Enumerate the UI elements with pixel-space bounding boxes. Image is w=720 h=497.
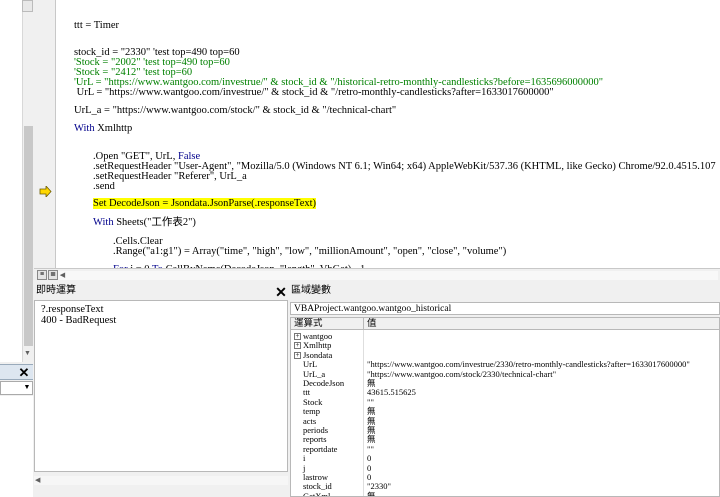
- locals-row[interactable]: reports 無: [291, 435, 719, 445]
- code-line[interactable]: ttt = Timer: [74, 20, 119, 32]
- code-token: Xmlhttp: [94, 123, 133, 134]
- code-line[interactable]: With Xmlhttp: [74, 123, 132, 135]
- code-line[interactable]: UrL_a = "https://www.wantgoo.com/stock/"…: [74, 105, 396, 117]
- scroll-down-icon[interactable]: ▼: [22, 348, 33, 359]
- column-header-expression[interactable]: 運算式: [294, 318, 323, 330]
- locals-row[interactable]: + Xmlhttp: [291, 341, 719, 351]
- code-line[interactable]: .setRequestHeader "Referer", UrL_a: [93, 171, 247, 183]
- locals-row[interactable]: i0: [291, 454, 719, 464]
- code-token: .send: [93, 181, 115, 192]
- procedure-view-button[interactable]: ≡: [37, 270, 47, 280]
- locals-row[interactable]: temp 無: [291, 407, 719, 417]
- locals-row-value: 無: [367, 490, 376, 497]
- locals-context-label: VBAProject.wantgoo.wantgoo_historical: [290, 302, 720, 315]
- code-line[interactable]: UrL = "https://www.wantgoo.com/investrue…: [74, 87, 554, 99]
- locals-grid-header: 運算式 值: [291, 318, 719, 330]
- code-line[interactable]: With Sheets("工作表2"): [93, 217, 196, 229]
- immediate-window-input[interactable]: ?.responseText 400 - BadRequest: [34, 300, 288, 472]
- locals-row[interactable]: reportdate "": [291, 443, 719, 455]
- code-token: With: [93, 217, 114, 228]
- code-token: ttt = Timer: [74, 20, 120, 31]
- close-icon[interactable]: ✕: [17, 366, 31, 379]
- code-token: Sheets("工作表2"): [113, 217, 196, 228]
- expand-plus-icon[interactable]: +: [294, 333, 301, 340]
- locals-row[interactable]: GetXml 無: [291, 490, 719, 497]
- locals-row[interactable]: + wantgoo: [291, 331, 719, 342]
- code-horizontal-scrollbar[interactable]: ◀: [58, 271, 718, 280]
- code-token: .Range("a1:g1") = Array("time", "high", …: [113, 246, 507, 257]
- code-window[interactable]: ttt = Timer stock_id = "2330" 'test top=4…: [34, 0, 720, 281]
- locals-row[interactable]: stock_id "2330": [291, 482, 719, 492]
- immediate-window: 即時運算 ✕ ?.responseText 400 - BadRequest ◀: [34, 284, 288, 497]
- code-line[interactable]: Set DecodeJson = Jsondata.JsonParse(.res…: [93, 198, 317, 210]
- close-icon[interactable]: ✕: [274, 285, 288, 299]
- code-line[interactable]: .send: [93, 181, 115, 193]
- locals-row[interactable]: ttt 43615.515625: [291, 387, 719, 398]
- locals-row[interactable]: Stock "": [291, 397, 719, 408]
- locals-row[interactable]: lastrow 0: [291, 472, 719, 483]
- locals-row[interactable]: DecodeJson 無: [291, 378, 719, 389]
- locals-row-name: GetXml: [303, 490, 331, 497]
- project-tree-area[interactable]: [0, 0, 22, 362]
- code-line[interactable]: .Range("a1:g1") = Array("time", "high", …: [113, 246, 506, 258]
- project-pane: ▼ ✕ ▼: [0, 0, 33, 497]
- locals-row[interactable]: j0: [291, 463, 719, 474]
- scroll-left-icon[interactable]: ◀: [58, 271, 67, 280]
- project-vertical-scrollbar[interactable]: [22, 0, 33, 362]
- immediate-window-title: 即時運算: [36, 285, 76, 296]
- immediate-horizontal-scrollbar[interactable]: ◀: [34, 472, 288, 497]
- scroll-left-icon[interactable]: ◀: [35, 476, 40, 484]
- locals-grid[interactable]: 運算式 值 + wantgoo + Xmlhttp + Jsondata UrL "https…: [290, 317, 720, 497]
- chevron-down-icon[interactable]: ▼: [22, 382, 32, 394]
- locals-row-value: "https://www.wantgoo.com/stock/2330/tech…: [367, 368, 557, 379]
- locals-row-value: 43615.515625: [367, 387, 416, 398]
- scroll-up-icon[interactable]: [22, 0, 33, 12]
- scrollbar-thumb[interactable]: [24, 126, 33, 346]
- locals-row[interactable]: periods 無: [291, 425, 719, 436]
- expand-plus-icon[interactable]: +: [294, 351, 301, 359]
- column-header-value[interactable]: 值: [367, 318, 377, 330]
- locals-row[interactable]: UrL_a "https://www.wantgoo.com/stock/2330…: [291, 368, 719, 380]
- code-token: Set DecodeJson = Jsondata.JsonParse(.res…: [93, 198, 317, 209]
- locals-window: 區域變數 VBAProject.wantgoo.wantgoo_historic…: [290, 284, 720, 497]
- immediate-line: ?.responseText: [41, 304, 104, 315]
- locals-row[interactable]: acts 無: [291, 416, 719, 427]
- immediate-line: 400 - BadRequest: [41, 315, 117, 326]
- execution-arrow-icon: [39, 186, 52, 197]
- code-token: UrL = "https://www.wantgoo.com/investrue…: [74, 87, 554, 98]
- code-token: .setRequestHeader "Referer", UrL_a: [93, 171, 247, 182]
- full-module-view-button[interactable]: ≣: [48, 270, 58, 280]
- locals-window-title: 區域變數: [291, 285, 331, 296]
- expand-plus-icon[interactable]: +: [294, 342, 301, 350]
- code-window-bottom-bar: ≡ ≣ ◀: [34, 268, 720, 281]
- margin-indicator-bar[interactable]: [34, 0, 56, 268]
- properties-list[interactable]: [0, 396, 33, 497]
- code-token: With: [74, 123, 95, 134]
- code-token: UrL_a = "https://www.wantgoo.com/stock/"…: [74, 105, 397, 116]
- locals-row-name: reportdate: [303, 443, 338, 454]
